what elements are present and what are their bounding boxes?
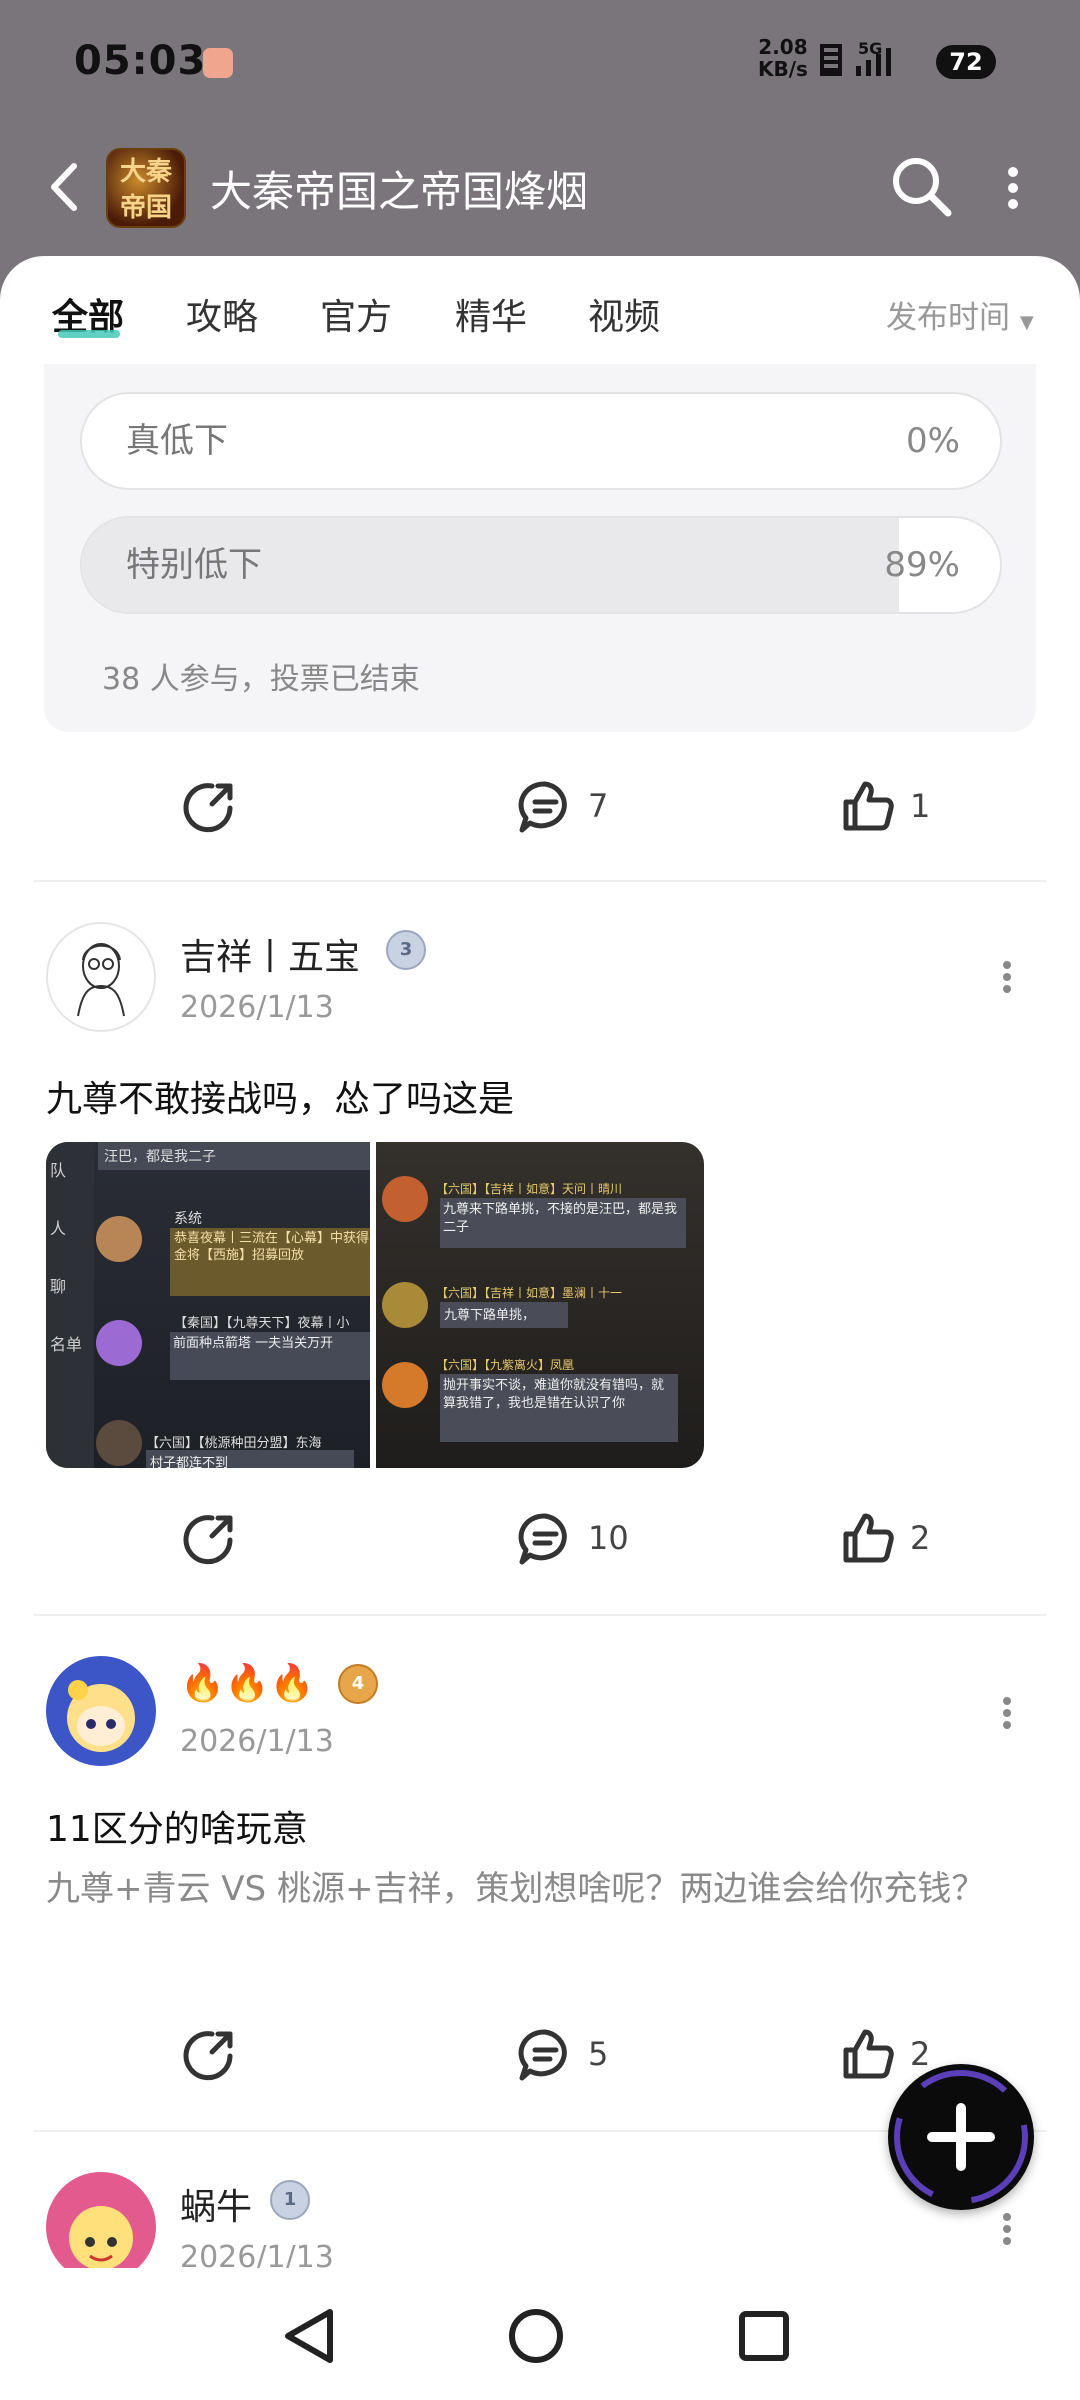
poll-option[interactable]: 特别低下 89% bbox=[80, 516, 1002, 614]
more-vert-icon[interactable] bbox=[1000, 1696, 1014, 1734]
more-vert-icon[interactable] bbox=[1000, 960, 1014, 998]
comment-button[interactable]: 5 bbox=[516, 2026, 608, 2082]
username[interactable]: 🔥🔥🔥 bbox=[180, 1662, 314, 1704]
username[interactable]: 吉祥丨五宝 bbox=[180, 928, 360, 980]
chat-side-tabs: 队人聊名单 bbox=[46, 1142, 94, 1468]
post-date: 2026/1/13 bbox=[180, 990, 334, 1025]
share-icon bbox=[183, 1515, 233, 1565]
active-tab-indicator bbox=[58, 330, 120, 338]
signal-icon: 5G bbox=[816, 39, 926, 84]
plus-icon bbox=[894, 2070, 1028, 2204]
like-icon bbox=[843, 1513, 894, 1563]
search-icon[interactable] bbox=[890, 155, 954, 223]
like-button[interactable]: 2 bbox=[840, 1510, 930, 1566]
chat-sender: 【六国】【吉祥丨如意】天问丨晴川 bbox=[436, 1182, 623, 1196]
share-icon bbox=[183, 2031, 233, 2081]
comment-count: 10 bbox=[588, 1519, 629, 1557]
share-icon bbox=[183, 783, 233, 833]
like-count: 2 bbox=[910, 1519, 931, 1557]
share-button[interactable] bbox=[182, 778, 238, 834]
divider bbox=[34, 880, 1046, 882]
notification-app-icon bbox=[203, 48, 233, 78]
comment-count: 7 bbox=[588, 787, 609, 825]
chat-sender: 【秦国】【九尊天下】夜幕丨小 bbox=[174, 1316, 350, 1331]
chat-sender: 【六国】【桃源种田分盟】东海 bbox=[146, 1436, 322, 1451]
post-title[interactable]: 九尊不敢接战吗，怂了吗这是 bbox=[46, 1070, 514, 1122]
like-button[interactable]: 1 bbox=[840, 778, 930, 834]
level-badge: 3 bbox=[386, 930, 426, 970]
network-speed: 2.08 KB/s bbox=[758, 35, 808, 81]
game-logo: 大秦帝国 bbox=[106, 148, 186, 228]
nav-home-icon[interactable] bbox=[508, 2308, 564, 2368]
chat-avatar bbox=[382, 1282, 428, 1328]
comment-icon bbox=[518, 781, 567, 833]
avatar[interactable] bbox=[46, 2172, 156, 2282]
create-post-button[interactable] bbox=[888, 2064, 1034, 2210]
chat-bubble: 恭喜夜幕丨三流在【心幕】中获得金将【西施】招募回放 bbox=[170, 1228, 370, 1296]
comment-count: 5 bbox=[588, 2035, 609, 2073]
avatar[interactable] bbox=[46, 1656, 156, 1766]
chat-avatar bbox=[96, 1420, 142, 1466]
chat-sender: 【六国】【吉祥丨如意】墨澜丨十一 bbox=[436, 1286, 623, 1300]
comment-button[interactable]: 7 bbox=[516, 778, 608, 834]
like-count: 1 bbox=[910, 787, 931, 825]
share-button[interactable] bbox=[182, 1510, 238, 1566]
level-badge: 1 bbox=[270, 2180, 310, 2220]
tab-videos[interactable]: 视频 bbox=[588, 288, 660, 340]
poll-option-label: 真低下 bbox=[126, 421, 228, 461]
chat-sender: 【六国】【九紫离火】凤凰 bbox=[436, 1358, 575, 1372]
post-date: 2026/1/13 bbox=[180, 1724, 334, 1759]
chevron-down-icon: ▼ bbox=[1019, 312, 1034, 333]
tab-guides[interactable]: 攻略 bbox=[186, 288, 258, 340]
chat-bubble: 九尊来下路单挑，不接的是汪巴，都是我二子 bbox=[440, 1198, 686, 1248]
poll-status: 38 人参与，投票已结束 bbox=[102, 662, 420, 697]
tab-featured[interactable]: 精华 bbox=[455, 288, 527, 340]
avatar[interactable] bbox=[46, 922, 156, 1032]
back-icon[interactable] bbox=[46, 160, 86, 218]
username[interactable]: 蜗牛 bbox=[180, 2178, 252, 2230]
post-body[interactable]: 九尊+青云 VS 桃源+吉祥，策划想啥呢？两边谁会给你充钱？ bbox=[46, 1856, 1036, 1922]
post-image[interactable]: 【六国】【吉祥丨如意】天问丨晴川 九尊来下路单挑，不接的是汪巴，都是我二子 【六… bbox=[376, 1142, 704, 1468]
status-time: 05:03 bbox=[74, 38, 207, 84]
divider bbox=[34, 1614, 1046, 1616]
sort-label: 发布时间 bbox=[886, 300, 1010, 336]
page-title: 大秦帝国之帝国烽烟 bbox=[210, 167, 589, 216]
chat-bubble: 村子都连不到 bbox=[146, 1450, 354, 1468]
more-vert-icon[interactable] bbox=[1003, 166, 1023, 214]
poll-option-label: 特别低下 bbox=[126, 545, 262, 585]
chat-bubble: 九尊下路单挑， bbox=[440, 1302, 568, 1328]
poll-option-percent: 0% bbox=[906, 421, 960, 461]
chat-bubble: 汪巴，都是我二子 bbox=[98, 1142, 370, 1170]
post-title[interactable]: 11区分的啥玩意 bbox=[46, 1800, 308, 1852]
chat-avatar bbox=[382, 1362, 428, 1408]
chat-bubble: 前面种点箭塔 一夫当关万开 bbox=[170, 1332, 370, 1380]
more-vert-icon[interactable] bbox=[1000, 2212, 1014, 2250]
tab-official[interactable]: 官方 bbox=[320, 288, 392, 340]
battery-indicator: 72 bbox=[936, 45, 996, 79]
poll-option[interactable]: 真低下 0% bbox=[80, 392, 1002, 490]
nav-recents-icon[interactable] bbox=[736, 2308, 792, 2368]
chat-sender: 系统 bbox=[174, 1211, 202, 1227]
chat-avatar bbox=[382, 1176, 428, 1222]
nav-back-icon[interactable] bbox=[280, 2306, 336, 2370]
poll-option-percent: 89% bbox=[884, 545, 960, 585]
comment-button[interactable]: 10 bbox=[516, 1510, 629, 1566]
chat-avatar bbox=[96, 1216, 142, 1262]
chat-bubble: 抛开事实不谈，难道你就没有错吗，就算我错了，我也是错在认识了你 bbox=[440, 1374, 678, 1442]
share-button[interactable] bbox=[182, 2026, 238, 2082]
comment-icon bbox=[518, 1513, 567, 1565]
chat-avatar bbox=[96, 1320, 142, 1366]
sort-dropdown[interactable]: 发布时间 ▼ bbox=[886, 292, 1034, 337]
post-image[interactable]: 队人聊名单 汪巴，都是我二子 系统 恭喜夜幕丨三流在【心幕】中获得金将【西施】招… bbox=[46, 1142, 370, 1468]
like-icon bbox=[843, 781, 894, 831]
comment-icon bbox=[518, 2029, 567, 2081]
level-badge: 4 bbox=[338, 1664, 378, 1704]
